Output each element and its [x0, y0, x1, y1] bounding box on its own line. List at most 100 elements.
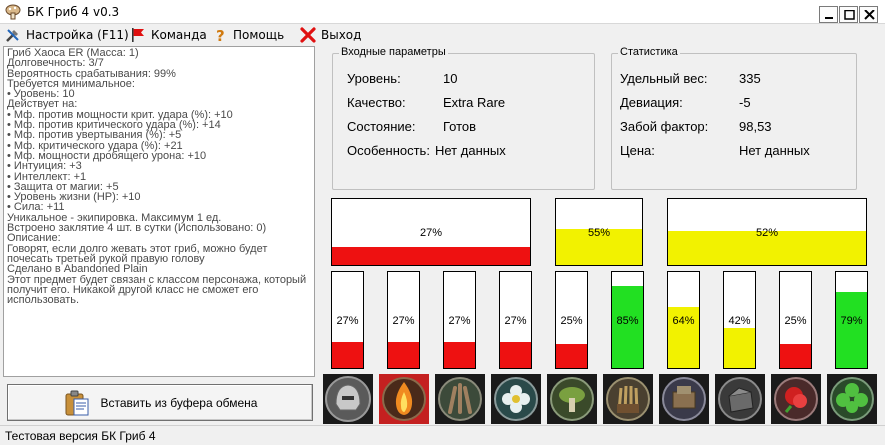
input-params-group: Входные параметры Уровень: 10 Качество: … [332, 46, 595, 190]
small-bar-label: 25% [560, 315, 583, 327]
small-bar-fill [780, 344, 811, 368]
small-bar: 42% [723, 271, 756, 369]
item-description: Говорят, если долго жевать этот гриб, мо… [7, 242, 268, 265]
paste-from-clipboard-button[interactable]: Вставить из буфера обмена [7, 384, 313, 421]
menu-exit[interactable]: Выход [300, 27, 361, 43]
statistics-group: Статистика Удельный вес: 335 Девиация: -… [611, 46, 857, 190]
slot-bag[interactable] [715, 374, 765, 424]
helmet-icon [325, 376, 371, 422]
big-bar: 52% [667, 198, 867, 266]
big-bar-fill [332, 247, 530, 265]
stat-deviation-label: Девиация: [620, 95, 683, 110]
slot-flame[interactable] [379, 374, 429, 424]
small-bar-label: 85% [616, 315, 639, 327]
stat-price-label: Цена: [620, 143, 655, 158]
flame-icon [382, 377, 426, 421]
param-quality-value: Extra Rare [443, 95, 506, 110]
small-bar-fill [444, 342, 475, 368]
item-binding-note: Этот предмет будет связан с классом перс… [7, 273, 307, 307]
minimize-button[interactable] [819, 6, 838, 23]
small-bar: 27% [387, 271, 420, 369]
maximize-button[interactable] [839, 6, 858, 23]
param-level-value: 10 [443, 71, 458, 86]
window-title: БК Гриб 4 v0.3 [27, 5, 120, 19]
menu-team-label: Команда [151, 28, 207, 42]
status-bar: Тестовая версия БК Гриб 4 [0, 425, 885, 445]
slot-quiver[interactable] [603, 374, 653, 424]
param-feature-label: Особенность: [347, 143, 430, 158]
gear-icon [662, 377, 706, 421]
small-bar-fill [724, 327, 755, 368]
menu-help-label: Помощь [233, 28, 285, 42]
small-bar-fill [500, 342, 531, 368]
small-bar-fill [388, 342, 419, 368]
small-bar-fill [612, 286, 643, 368]
flower-icon [494, 377, 538, 421]
clipboard-icon [65, 390, 89, 415]
slot-helmet[interactable] [323, 374, 373, 424]
question-icon: ? [216, 27, 225, 43]
clover-icon [830, 377, 874, 421]
menu-settings-label: Настройка (F11) [26, 28, 129, 42]
small-bar: 79% [835, 271, 868, 369]
quiver-icon [606, 377, 650, 421]
slot-clover[interactable] [827, 374, 877, 424]
menu-bar: Настройка (F11) Команда ? Помощь Выход [0, 24, 885, 46]
small-bar: 25% [779, 271, 812, 369]
stat-weight-value: 335 [739, 71, 761, 86]
slot-flower[interactable] [491, 374, 541, 424]
small-bar-label: 25% [784, 315, 807, 327]
big-bar-label: 27% [419, 227, 443, 239]
flag-icon [132, 28, 144, 42]
small-bar: 85% [611, 271, 644, 369]
param-quality-label: Качество: [347, 95, 406, 110]
status-text: Тестовая версия БК Гриб 4 [5, 429, 156, 443]
big-bar-label: 52% [755, 227, 779, 239]
menu-team[interactable]: Команда [130, 27, 207, 43]
small-bar-label: 64% [672, 315, 695, 327]
svg-text:?: ? [216, 27, 225, 43]
stat-factor-value: 98,53 [739, 119, 772, 134]
param-feature-value: Нет данных [435, 143, 506, 158]
small-bar-label: 27% [504, 315, 527, 327]
mushroom-icon [550, 377, 594, 421]
slot-gear[interactable] [659, 374, 709, 424]
slot-rose[interactable] [771, 374, 821, 424]
rose-icon [774, 377, 818, 421]
small-bar-label: 27% [336, 315, 359, 327]
stat-weight-label: Удельный вес: [620, 71, 708, 86]
big-bar-label: 55% [587, 227, 611, 239]
slot-mushroom[interactable] [547, 374, 597, 424]
stat-price-value: Нет данных [739, 143, 810, 158]
big-bar: 55% [555, 198, 643, 266]
menu-help[interactable]: ? Помощь [214, 27, 284, 43]
small-bar: 27% [331, 271, 364, 369]
close-button[interactable] [859, 6, 878, 23]
small-bar-label: 27% [448, 315, 471, 327]
small-bar-fill [332, 342, 363, 368]
claw-icon [438, 377, 482, 421]
small-bar: 27% [499, 271, 532, 369]
item-made-in: Сделано в Abandoned Plain [7, 263, 148, 276]
slot-claw[interactable] [435, 374, 485, 424]
statistics-title: Статистика [618, 46, 680, 58]
stat-factor-label: Забой фактор: [620, 119, 709, 134]
small-bar-label: 42% [728, 315, 751, 327]
menu-settings[interactable]: Настройка (F11) [5, 27, 129, 43]
param-state-value: Готов [443, 119, 477, 134]
param-state-label: Состояние: [347, 119, 416, 134]
param-level-label: Уровень: [347, 71, 401, 86]
small-bar: 25% [555, 271, 588, 369]
red-x-icon [300, 27, 316, 43]
small-bar-fill [836, 292, 867, 368]
menu-exit-label: Выход [321, 28, 362, 42]
input-params-title: Входные параметры [339, 46, 448, 58]
minimize-icon [825, 17, 833, 19]
close-icon [864, 10, 875, 20]
item-info-panel[interactable]: Гриб Хаоса ER (Масса: 1) Долговечность: 3… [3, 46, 315, 377]
bag-icon [718, 377, 762, 421]
big-bar: 27% [331, 198, 531, 266]
item-info-lines: Гриб Хаоса ER (Масса: 1) Долговечность: 3… [7, 47, 314, 244]
small-bar: 27% [443, 271, 476, 369]
maximize-icon [844, 10, 855, 20]
